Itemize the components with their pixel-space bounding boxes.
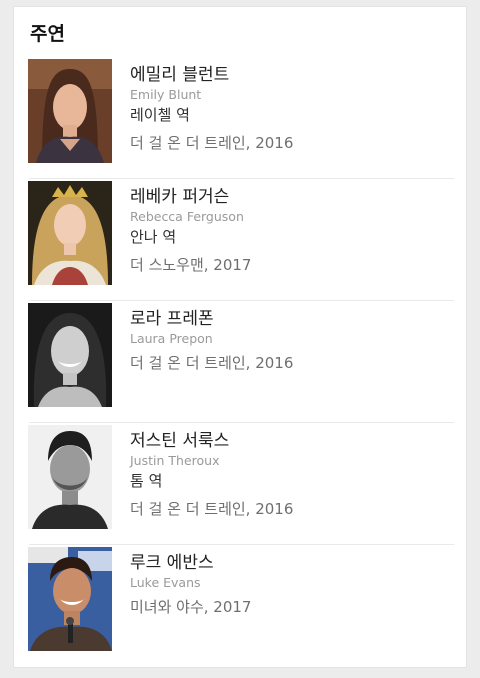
cast-card: 주연 에밀리 블런트 Emily Blunt 레이첼 역 더 걸 온 더 트레인… (13, 6, 467, 668)
actor-name-english: Luke Evans (130, 575, 201, 590)
actor-photo[interactable] (28, 425, 112, 529)
actor-photo[interactable] (28, 303, 112, 407)
actor-name-korean: 루크 에반스 (130, 553, 214, 573)
character-role: 안나 역 (130, 228, 177, 246)
cast-item-laura-prepon[interactable]: 로라 프레폰 Laura Prepon 더 걸 온 더 트레인, 2016 (14, 301, 468, 423)
work-title-year: 더 걸 온 더 트레인, 2016 (130, 500, 294, 518)
actor-photo-image (28, 547, 112, 651)
work-title-year: 더 걸 온 더 트레인, 2016 (130, 354, 294, 372)
actor-name-english: Laura Prepon (130, 331, 213, 346)
cast-item-emily-blunt[interactable]: 에밀리 블런트 Emily Blunt 레이첼 역 더 걸 온 더 트레인, 2… (14, 57, 468, 179)
actor-name-korean: 로라 프레폰 (130, 309, 214, 329)
work-title-year: 더 걸 온 더 트레인, 2016 (130, 134, 294, 152)
cast-list: 에밀리 블런트 Emily Blunt 레이첼 역 더 걸 온 더 트레인, 2… (14, 57, 468, 667)
work-title-year: 미녀와 야수, 2017 (130, 598, 252, 616)
cast-info: 레베카 퍼거슨 Rebecca Ferguson 안나 역 더 스노우맨, 20… (130, 187, 450, 274)
actor-photo[interactable] (28, 547, 112, 651)
section-title: 주연 (30, 23, 65, 45)
character-role: 레이첼 역 (130, 106, 190, 124)
actor-photo-image (28, 425, 112, 529)
actor-photo-image (28, 303, 112, 407)
actor-name-korean: 레베카 퍼거슨 (130, 187, 230, 207)
cast-info: 저스틴 서룩스 Justin Theroux 톰 역 더 걸 온 더 트레인, … (130, 431, 450, 518)
character-role: 톰 역 (130, 472, 163, 490)
actor-photo-image (28, 181, 112, 285)
cast-item-justin-theroux[interactable]: 저스틴 서룩스 Justin Theroux 톰 역 더 걸 온 더 트레인, … (14, 423, 468, 545)
actor-photo[interactable] (28, 59, 112, 163)
actor-name-english: Emily Blunt (130, 87, 202, 102)
cast-info: 루크 에반스 Luke Evans 미녀와 야수, 2017 (130, 553, 450, 616)
cast-info: 에밀리 블런트 Emily Blunt 레이첼 역 더 걸 온 더 트레인, 2… (130, 65, 450, 152)
actor-name-english: Justin Theroux (130, 453, 220, 468)
actor-photo-image (28, 59, 112, 163)
actor-photo[interactable] (28, 181, 112, 285)
cast-item-rebecca-ferguson[interactable]: 레베카 퍼거슨 Rebecca Ferguson 안나 역 더 스노우맨, 20… (14, 179, 468, 301)
actor-name-korean: 저스틴 서룩스 (130, 431, 230, 451)
actor-name-korean: 에밀리 블런트 (130, 65, 230, 85)
work-title-year: 더 스노우맨, 2017 (130, 256, 252, 274)
cast-info: 로라 프레폰 Laura Prepon 더 걸 온 더 트레인, 2016 (130, 309, 450, 372)
actor-name-english: Rebecca Ferguson (130, 209, 244, 224)
cast-item-luke-evans[interactable]: 루크 에반스 Luke Evans 미녀와 야수, 2017 (14, 545, 468, 667)
